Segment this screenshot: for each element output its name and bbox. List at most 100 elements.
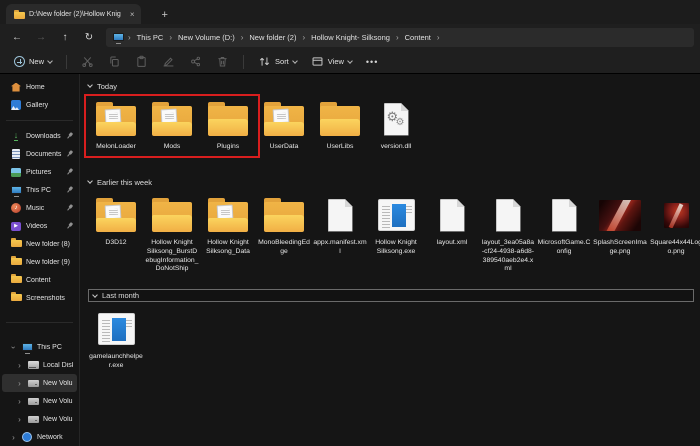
file-item-version-dll[interactable]: ⚙⚙version.dll [368,96,424,152]
sidebar-item-label: Music [26,205,62,212]
sidebar-item-content[interactable]: Content [2,271,77,289]
sidebar-item-network[interactable]: › Network [2,428,77,446]
file-item-appx-manifest-xml[interactable]: appx.manifest.xml [312,192,368,257]
breadcrumb-segment-new-folder-2[interactable]: New folder (2) [247,32,298,43]
file-item-plugins[interactable]: Plugins [200,96,256,152]
sidebar-item-label: New Volume (F:) [43,416,73,423]
file-grid-last-month: gamelaunchhelper.exe [88,306,698,371]
pin-icon [64,131,75,142]
up-button[interactable]: ↑ [54,28,76,46]
file-item-monobleedingedge[interactable]: MonoBleedingEdge [256,192,312,257]
sidebar-item-this-pc[interactable]: ›This PC [2,338,77,356]
breadcrumb-segment-content[interactable]: Content [403,32,433,43]
file-item-square44x44logo-png[interactable]: Square44x44Logo.png [648,192,700,257]
sidebar-item-new-folder-9[interactable]: New folder (9) [2,253,77,271]
see-more-button[interactable]: ••• [360,57,384,67]
view-button[interactable]: View [305,52,358,71]
file-item-melonloader[interactable]: MelonLoader [88,96,144,152]
sort-button[interactable]: Sort [252,52,303,71]
sidebar-item-videos[interactable]: ▶Videos [2,217,77,235]
file-item-userlibs[interactable]: UserLibs [312,96,368,152]
sidebar-item-new-folder-8[interactable]: New folder (8) [2,235,77,253]
file-item-hollow-knight-silksong-data[interactable]: Hollow Knight Silksong_Data [200,192,256,257]
file-item-gamelaunchhelper-exe[interactable]: gamelaunchhelper.exe [88,306,144,371]
sidebar-item-documents[interactable]: Documents [2,145,77,163]
sidebar-item-new-volume-e[interactable]: ›New Volume (E:) [2,392,77,410]
group-header-last-month[interactable]: Last month [88,289,694,302]
sidebar-item-new-volume-d[interactable]: › New Volume (D:) [2,374,77,392]
chevron-collapsed-icon[interactable]: › [16,415,23,424]
sidebar-item-home[interactable]: Home [2,78,77,96]
sidebar-item-pictures[interactable]: Pictures [2,163,77,181]
refresh-button[interactable]: ↻ [78,28,100,46]
chevron-collapsed-icon[interactable]: › [16,379,23,388]
group-header-earlier-this-week[interactable]: Earlier this week [88,176,698,188]
toolbar-separator [66,55,67,69]
file-item-hollow-knight-silksong-exe[interactable]: Hollow Knight Silksong.exe [368,192,424,257]
pin-icon [64,149,75,160]
file-item-mods[interactable]: Mods [144,96,200,152]
sidebar-item-label: This PC [26,187,62,194]
breadcrumb[interactable]: ›This PC›New Volume (D:)›New folder (2)›… [106,28,694,47]
breadcrumb-segment-this-pc[interactable]: This PC [135,32,166,43]
drive-icon [28,380,39,387]
file-item-splashscreenimage-png[interactable]: SplashScreenImage.png [592,192,648,257]
breadcrumb-chevron-icon: › [302,33,305,42]
file-name-label: version.dll [381,143,412,152]
chevron-expanded-icon[interactable]: › [9,344,18,351]
view-icon [311,55,324,68]
folder-icon [11,258,22,267]
copy-button[interactable] [102,52,127,71]
sidebar-item-music[interactable]: ♪Music [2,199,77,217]
chevron-collapsed-icon[interactable]: › [16,361,23,370]
toolbar-separator [243,55,244,69]
sidebar-item-gallery[interactable]: Gallery [2,96,77,114]
chevron-down-icon [87,178,93,184]
forward-button[interactable]: → [30,28,52,46]
pin-icon [64,221,75,232]
sidebar-item-new-volume-f[interactable]: › New Volume (F:) [2,410,77,428]
share-button[interactable] [183,52,208,71]
pictures-icon [11,168,21,177]
delete-button[interactable] [210,52,235,71]
application-icon [98,313,135,345]
chevron-collapsed-icon[interactable]: › [10,433,17,442]
file-item-layout-3ea05a8a-cf24-4938-a6d8-389540aeb[interactable]: layout_3ea05a8a-cf24-4938-a6d8-389540aeb… [480,192,536,274]
group-header-today[interactable]: Today [88,80,698,92]
sidebar-item-label: New Volume (D:) [43,380,73,387]
sidebar-item-label: Pictures [26,169,62,176]
breadcrumb-chevron-icon: › [396,33,399,42]
sidebar-item-local-disk-c[interactable]: ›Local Disk (C:) [2,356,77,374]
rename-button[interactable] [156,52,181,71]
downloads-icon: ↓ [14,131,19,141]
file-name-label: gamelaunchhelper.exe [89,353,143,371]
explorer-tab[interactable]: D:\New folder (2)\Hollow Knig × [6,4,141,24]
breadcrumb-segment-hollow-knight-silksong[interactable]: Hollow Knight- Silksong [309,32,392,43]
new-tab-button[interactable]: + [155,9,173,24]
folder-icon [206,101,250,137]
cut-button[interactable] [75,52,100,71]
sidebar-item-downloads[interactable]: ↓Downloads [2,127,77,145]
sidebar-item-this-pc[interactable]: This PC [2,181,77,199]
paste-button[interactable] [129,52,154,71]
breadcrumb-segment-new-volume-d[interactable]: New Volume (D:) [176,32,237,43]
sidebar-item-label: Content [26,277,73,284]
pin-icon [64,185,75,196]
folder-icon [150,197,194,233]
sidebar-item-screenshots[interactable]: Screenshots [2,289,77,307]
chevron-down-icon [87,82,93,88]
file-item-layout-xml[interactable]: layout.xml [424,192,480,248]
sidebar-item-label: Screenshots [26,295,73,302]
new-button[interactable]: New [8,53,58,70]
folder-icon [13,10,24,19]
back-button[interactable]: ← [6,28,28,46]
file-icon [440,199,465,232]
sidebar-item-label: Network [37,434,73,441]
file-name-label: MicrosoftGame.Config [537,239,591,257]
file-item-d3d12[interactable]: D3D12 [88,192,144,248]
file-item-hollow-knight-silksong-burstdebuginforma[interactable]: Hollow Knight Silksong_BurstDebugInforma… [144,192,200,274]
chevron-collapsed-icon[interactable]: › [16,397,23,406]
file-item-microsoftgame-config[interactable]: MicrosoftGame.Config [536,192,592,257]
tab-close-icon[interactable]: × [130,10,135,19]
file-item-userdata[interactable]: UserData [256,96,312,152]
